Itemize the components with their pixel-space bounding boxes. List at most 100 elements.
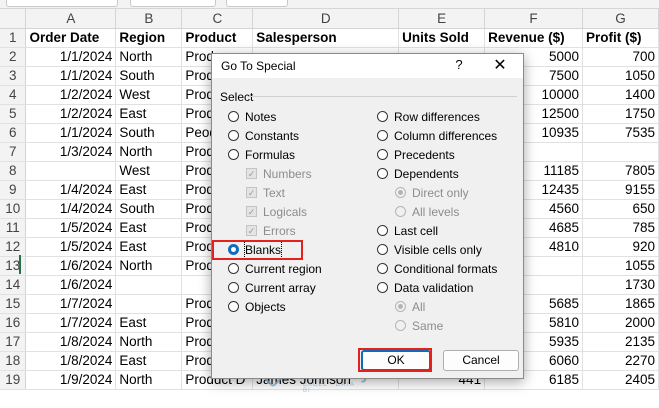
table-cell[interactable]: Order Date — [25, 28, 117, 48]
table-cell[interactable]: 1/1/2024 — [25, 47, 117, 67]
table-cell[interactable]: Salesperson — [252, 28, 400, 48]
table-cell[interactable]: East — [115, 180, 183, 200]
name-box[interactable] — [6, 0, 118, 7]
table-cell[interactable]: North — [115, 256, 183, 276]
table-cell[interactable]: 1/8/2024 — [25, 351, 117, 371]
table-cell[interactable]: 700 — [582, 47, 659, 67]
row-header[interactable]: 1 — [0, 28, 27, 48]
radio-icon[interactable] — [228, 301, 239, 312]
row-header[interactable]: 3 — [0, 66, 27, 86]
table-cell[interactable]: Region — [115, 28, 183, 48]
column-header[interactable]: F — [484, 9, 583, 29]
dialog-titlebar[interactable]: Go To Special ? ✕ — [212, 54, 523, 78]
radio-icon[interactable] — [377, 149, 388, 160]
radio-icon[interactable] — [377, 263, 388, 274]
cancel-button[interactable]: Cancel — [443, 350, 519, 371]
table-cell[interactable]: 1/1/2024 — [25, 66, 117, 86]
table-cell[interactable]: 1/5/2024 — [25, 218, 117, 238]
table-cell[interactable]: 9155 — [582, 180, 659, 200]
radio-icon[interactable] — [377, 282, 388, 293]
table-cell[interactable] — [25, 161, 117, 181]
table-cell[interactable]: 1/6/2024 — [25, 256, 117, 276]
column-header[interactable]: D — [252, 9, 400, 29]
table-cell[interactable]: South — [115, 199, 183, 219]
row-header[interactable]: 4 — [0, 85, 27, 105]
table-cell[interactable]: East — [115, 351, 183, 371]
table-cell[interactable]: 1/2/2024 — [25, 104, 117, 124]
row-header[interactable]: 7 — [0, 142, 27, 162]
table-cell[interactable]: Profit ($) — [582, 28, 659, 48]
table-cell[interactable]: 1/1/2024 — [25, 123, 117, 143]
table-cell[interactable]: Product — [181, 28, 254, 48]
close-icon[interactable]: ✕ — [490, 55, 510, 75]
row-header[interactable]: 18 — [0, 351, 27, 371]
table-cell[interactable]: 650 — [582, 199, 659, 219]
column-header[interactable]: B — [115, 9, 183, 29]
table-cell[interactable]: West — [115, 85, 183, 105]
column-header[interactable]: G — [582, 9, 659, 29]
table-cell[interactable]: 2270 — [582, 351, 659, 371]
table-cell[interactable]: South — [115, 66, 183, 86]
column-header[interactable]: A — [25, 9, 117, 29]
row-header[interactable]: 13 — [0, 256, 27, 276]
table-cell[interactable]: 1730 — [582, 275, 659, 295]
table-cell[interactable]: 1/7/2024 — [25, 313, 117, 333]
table-cell[interactable]: East — [115, 313, 183, 333]
table-cell[interactable]: 7535 — [582, 123, 659, 143]
table-cell[interactable]: 1055 — [582, 256, 659, 276]
table-cell[interactable]: Revenue ($) — [484, 28, 583, 48]
table-cell[interactable]: 1/5/2024 — [25, 237, 117, 257]
row-header[interactable]: 15 — [0, 294, 27, 314]
row-header[interactable]: 8 — [0, 161, 27, 181]
table-cell[interactable]: 1/6/2024 — [25, 275, 117, 295]
table-cell[interactable]: 1/4/2024 — [25, 199, 117, 219]
radio-icon[interactable] — [377, 168, 388, 179]
table-cell[interactable]: 2000 — [582, 313, 659, 333]
radio-icon[interactable] — [377, 130, 388, 141]
row-header[interactable]: 12 — [0, 237, 27, 257]
table-cell[interactable]: 785 — [582, 218, 659, 238]
row-header[interactable]: 19 — [0, 370, 27, 390]
table-cell[interactable]: 1050 — [582, 66, 659, 86]
table-cell[interactable]: 1/2/2024 — [25, 85, 117, 105]
table-cell[interactable]: 1/7/2024 — [25, 294, 117, 314]
table-cell[interactable]: 1400 — [582, 85, 659, 105]
row-header[interactable]: 11 — [0, 218, 27, 238]
table-cell[interactable]: North — [115, 142, 183, 162]
table-cell[interactable]: South — [115, 123, 183, 143]
table-cell[interactable] — [115, 275, 183, 295]
table-cell[interactable]: 1750 — [582, 104, 659, 124]
radio-icon[interactable] — [377, 225, 388, 236]
table-cell[interactable]: North — [115, 332, 183, 352]
radio-icon[interactable] — [377, 111, 388, 122]
select-all-corner[interactable] — [0, 9, 27, 29]
table-cell[interactable]: 920 — [582, 237, 659, 257]
row-header[interactable]: 17 — [0, 332, 27, 352]
table-cell[interactable]: 1865 — [582, 294, 659, 314]
table-cell[interactable]: 1/4/2024 — [25, 180, 117, 200]
table-cell[interactable]: West — [115, 161, 183, 181]
table-cell[interactable]: East — [115, 104, 183, 124]
table-cell[interactable]: 2405 — [582, 370, 659, 390]
table-cell[interactable]: 7805 — [582, 161, 659, 181]
row-header[interactable]: 16 — [0, 313, 27, 333]
table-cell[interactable]: Units Sold — [398, 28, 486, 48]
table-cell[interactable]: 1/9/2024 — [25, 370, 117, 390]
table-cell[interactable]: East — [115, 237, 183, 257]
table-cell[interactable]: North — [115, 47, 183, 67]
table-cell[interactable]: 1/8/2024 — [25, 332, 117, 352]
radio-icon[interactable] — [228, 130, 239, 141]
row-header[interactable]: 10 — [0, 199, 27, 219]
row-header[interactable]: 9 — [0, 180, 27, 200]
radio-icon[interactable] — [228, 263, 239, 274]
row-header[interactable]: 2 — [0, 47, 27, 67]
radio-icon[interactable] — [228, 111, 239, 122]
radio-icon[interactable] — [377, 244, 388, 255]
table-cell[interactable]: North — [115, 370, 183, 390]
table-cell[interactable]: 1/3/2024 — [25, 142, 117, 162]
table-cell[interactable]: 2135 — [582, 332, 659, 352]
column-header[interactable]: C — [181, 9, 254, 29]
help-icon[interactable]: ? — [451, 57, 467, 72]
formula-control[interactable] — [226, 0, 288, 7]
row-header[interactable]: 5 — [0, 104, 27, 124]
